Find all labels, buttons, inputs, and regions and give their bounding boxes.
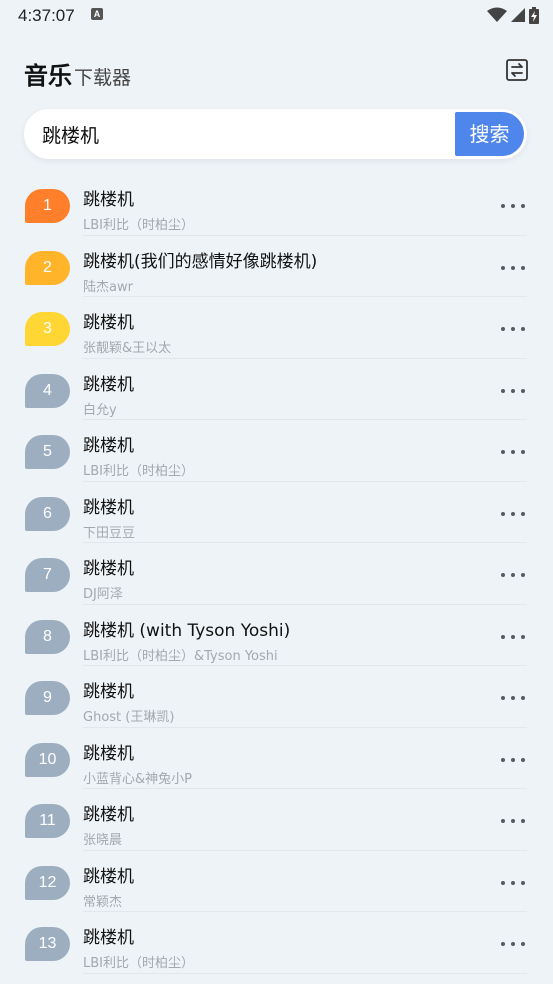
- song-title: 跳楼机: [83, 682, 134, 702]
- more-options-icon[interactable]: [501, 264, 525, 272]
- rank-badge: 7: [25, 558, 70, 592]
- search-input[interactable]: [42, 109, 442, 159]
- search-button[interactable]: 搜索: [455, 112, 524, 156]
- song-artist: 常颖杰: [83, 894, 123, 910]
- rank-badge: 12: [25, 865, 70, 900]
- a-icon: A: [91, 8, 103, 20]
- song-title: 跳楼机: [83, 743, 134, 764]
- song-row[interactable]: 10 跳楼机小蓝背心&神兔小P: [0, 728, 553, 789]
- more-options-icon[interactable]: [501, 571, 525, 579]
- song-artist: 张靓颖&王以太: [83, 341, 172, 356]
- song-title: 跳楼机: [83, 497, 134, 518]
- song-artist: 张晓晨: [83, 833, 123, 848]
- song-artist: 白允y: [83, 402, 117, 418]
- row-divider: [83, 972, 527, 974]
- status-icons: [487, 6, 539, 24]
- song-title: 跳楼机: [83, 805, 134, 825]
- status-bar: 4:37:07 A: [0, 0, 553, 32]
- battery-charging-icon: [529, 6, 539, 24]
- rank-badge: 8: [25, 619, 70, 654]
- wifi-icon: [487, 7, 507, 22]
- song-row[interactable]: 1 跳楼机 LBI利比（时柏尘）: [0, 174, 553, 236]
- song-row[interactable]: 5 跳楼机 LBI利比（时柏尘）: [0, 420, 553, 482]
- song-row[interactable]: 12 跳楼机常颖杰: [0, 851, 553, 912]
- song-row[interactable]: 13 跳楼机 LBI利比（时柏尘）: [0, 912, 553, 974]
- rank-badge: 13: [25, 927, 70, 961]
- song-artist: 下田豆豆: [83, 525, 136, 541]
- song-artist: LBI利比（时柏尘）: [83, 464, 194, 479]
- more-options-icon[interactable]: [501, 633, 525, 641]
- more-options-icon[interactable]: [501, 940, 525, 948]
- more-options-icon[interactable]: [501, 694, 525, 702]
- more-options-icon[interactable]: [501, 448, 525, 456]
- song-title: 跳楼机: [83, 928, 134, 948]
- rank-badge: 1: [25, 189, 70, 223]
- song-artist: LBI利比（时柏尘）&Tyson Yoshi: [83, 648, 278, 664]
- app-title-sub: 下载器: [74, 67, 132, 89]
- rank-badge: 6: [25, 496, 70, 531]
- song-title: 跳楼机: [83, 559, 134, 579]
- song-row[interactable]: 11 跳楼机张晓晨: [0, 789, 553, 851]
- song-artist: 陆杰awr: [83, 279, 133, 295]
- app-title-main: 音乐: [24, 62, 72, 90]
- song-artist: LBI利比（时柏尘）: [83, 956, 194, 971]
- rank-badge: 9: [25, 681, 70, 715]
- more-options-icon[interactable]: [501, 325, 525, 333]
- more-options-icon[interactable]: [501, 510, 525, 518]
- search-bar: 搜索: [24, 109, 527, 159]
- song-row[interactable]: 8 跳楼机 (with Tyson Yoshi) LBI利比（时柏尘）&Tyson …: [0, 605, 553, 666]
- song-title: 跳楼机: [83, 190, 134, 210]
- rank-badge: 11: [25, 804, 70, 838]
- more-options-icon[interactable]: [501, 756, 525, 764]
- song-row[interactable]: 9 跳楼机 Ghost (王琳凯): [0, 666, 553, 728]
- rank-badge: 3: [25, 312, 70, 346]
- song-artist: LBI利比（时柏尘）: [83, 218, 194, 233]
- status-time: 4:37:07: [18, 6, 75, 25]
- app-header: 音乐 下载器: [0, 48, 553, 92]
- signal-icon: [511, 8, 525, 22]
- more-options-icon[interactable]: [501, 879, 525, 887]
- song-title: 跳楼机: [83, 436, 134, 456]
- more-options-icon[interactable]: [501, 202, 525, 210]
- song-row[interactable]: 3 跳楼机张靓颖&王以太: [0, 297, 553, 359]
- song-row[interactable]: 4 跳楼机白允y: [0, 359, 553, 420]
- song-artist: Ghost (王琳凯): [83, 710, 175, 725]
- song-title: 跳楼机: [83, 313, 134, 333]
- song-artist: 小蓝背心&神兔小P: [83, 771, 192, 787]
- song-artist: DJ阿泽: [83, 587, 123, 602]
- song-row[interactable]: 6 跳楼机下田豆豆: [0, 482, 553, 543]
- song-row[interactable]: 2 跳楼机(我们的感情好像跳楼机) 陆杰awr: [0, 236, 553, 297]
- song-title: 跳楼机: [83, 374, 134, 395]
- rank-badge: 10: [25, 742, 70, 777]
- rank-badge: 5: [25, 435, 70, 469]
- switch-source-button[interactable]: [505, 58, 529, 82]
- song-title: 跳楼机(我们的感情好像跳楼机): [83, 251, 318, 272]
- song-row[interactable]: 7 跳楼机 DJ阿泽: [0, 543, 553, 605]
- more-options-icon[interactable]: [501, 387, 525, 395]
- more-options-icon[interactable]: [501, 817, 525, 825]
- switch-icon: [506, 59, 528, 81]
- rank-badge: 2: [25, 250, 70, 285]
- song-title: 跳楼机 (with Tyson Yoshi): [83, 620, 291, 641]
- song-list: 1 跳楼机 LBI利比（时柏尘） 2 跳楼机(我们的感情好像跳楼机) 陆杰awr 3 跳楼机张…: [0, 174, 553, 974]
- song-title: 跳楼机: [83, 866, 134, 887]
- rank-badge: 4: [25, 373, 70, 408]
- app-title: 音乐 下载器: [24, 56, 131, 91]
